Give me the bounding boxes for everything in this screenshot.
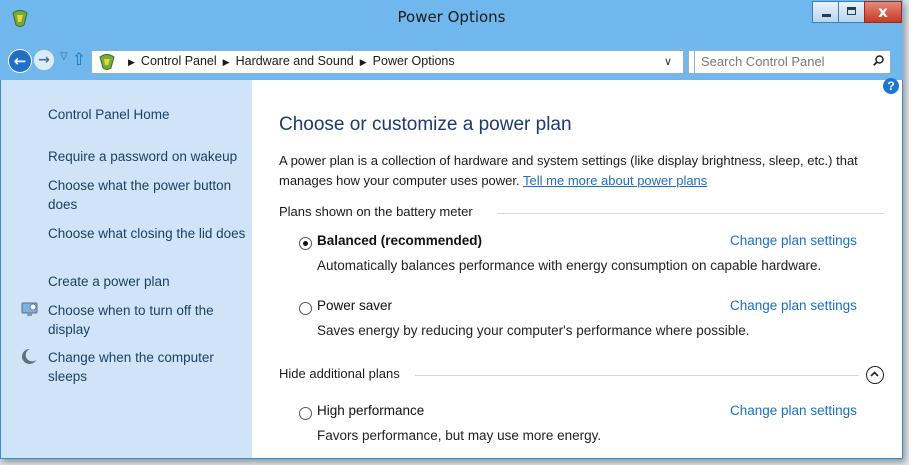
breadcrumb-power-options[interactable]: Power Options [373, 54, 455, 68]
change-plan-settings-power-saver[interactable]: Change plan settings [730, 298, 865, 313]
battery-meter-plans-group: Plans shown on the battery meter [279, 204, 884, 224]
sidebar-item-power-button[interactable]: Choose what the power button does [48, 176, 248, 214]
additional-plans-group: Hide additional plans [279, 366, 859, 386]
sidebar-item-require-password[interactable]: Require a password on wakeup [48, 147, 248, 166]
minimize-button[interactable] [812, 1, 839, 23]
group-divider [415, 375, 859, 376]
chevron-down-icon: ∨ [664, 55, 673, 68]
help-icon[interactable]: ? [883, 78, 899, 94]
breadcrumb-control-panel[interactable]: Control Panel [141, 54, 217, 68]
forward-arrow-icon: → [38, 52, 50, 68]
back-arrow-icon: ← [13, 52, 27, 70]
breadcrumb: ▶ Control Panel ▶ Hardware and Sound ▶ Power … [122, 54, 455, 68]
search-box[interactable] [694, 50, 891, 74]
plan-name-balanced[interactable]: Balanced (recommended) [317, 233, 482, 248]
plan-desc-balanced: Automatically balances performance with … [317, 258, 822, 273]
page-title: Choose or customize a power plan [279, 114, 572, 135]
breadcrumb-hardware-and-sound[interactable]: Hardware and Sound [236, 54, 354, 68]
breadcrumb-separator-icon[interactable]: ▶ [354, 57, 373, 67]
change-plan-settings-high-performance[interactable]: Change plan settings [730, 403, 865, 418]
sidebar-item-turn-off-display[interactable]: Choose when to turn off the display [48, 301, 248, 339]
forward-button[interactable]: → [33, 49, 55, 71]
control-panel-icon [99, 54, 115, 70]
address-dropdown-button[interactable]: ∨ [664, 55, 672, 68]
learn-more-link[interactable]: Tell me more about power plans [523, 173, 707, 188]
plan-desc-power-saver: Saves energy by reducing your computer's… [317, 323, 750, 338]
power-saver-radio[interactable] [299, 302, 312, 315]
breadcrumb-separator-icon: ▶ [128, 57, 135, 67]
breadcrumb-separator-icon[interactable]: ▶ [217, 57, 236, 67]
close-button[interactable]: x [864, 1, 902, 23]
balanced-radio[interactable] [299, 237, 312, 250]
hide-additional-plans-label[interactable]: Hide additional plans [279, 366, 400, 381]
window-title: Power Options [397, 8, 506, 26]
plan-name-power-saver[interactable]: Power saver [317, 298, 392, 313]
main-panel: ? Choose or customize a power plan A pow… [252, 78, 902, 458]
high-performance-radio[interactable] [299, 407, 312, 420]
moon-sleep-icon [22, 348, 38, 364]
sidebar-item-control-panel-home[interactable]: Control Panel Home [48, 105, 248, 124]
up-button[interactable]: ⇧ [71, 49, 87, 71]
page-description: A power plan is a collection of hardware… [279, 151, 894, 191]
group-divider [497, 213, 884, 214]
chevron-down-icon: ▽ [60, 51, 68, 62]
collapse-additional-plans-button[interactable] [866, 366, 884, 384]
content-area: Control Panel Home Require a password on… [1, 78, 902, 458]
sidebar-item-closing-lid[interactable]: Choose what closing the lid does [48, 224, 248, 243]
close-icon: x [878, 3, 888, 21]
search-icon[interactable] [873, 55, 884, 66]
group-label: Plans shown on the battery meter [279, 204, 473, 219]
sidebar-item-create-plan[interactable]: Create a power plan [48, 272, 248, 291]
title-bar: Power Options x [0, 0, 903, 36]
maximize-button[interactable] [838, 1, 865, 23]
change-plan-settings-balanced[interactable]: Change plan settings [730, 233, 865, 248]
recent-locations-dropdown[interactable]: ▽ [60, 51, 68, 62]
monitor-icon [21, 302, 38, 316]
up-arrow-icon: ⇧ [71, 50, 87, 70]
plan-desc-high-performance: Favors performance, but may use more ene… [317, 428, 602, 443]
navigation-bar: ← → ▽ ⇧ ▶ Control Panel ▶ Hardware and Soun… [0, 36, 903, 80]
task-sidebar: Control Panel Home Require a password on… [1, 80, 252, 458]
search-input[interactable] [701, 54, 861, 69]
back-button[interactable]: ← [8, 49, 32, 73]
chevron-up-icon [870, 371, 879, 377]
address-bar[interactable]: ▶ Control Panel ▶ Hardware and Sound ▶ Power … [91, 50, 684, 74]
power-options-window: Power Options x ← → ▽ ⇧ ▶ Control Panel ▶ H… [0, 0, 903, 459]
plan-name-high-performance[interactable]: High performance [317, 403, 424, 418]
sidebar-item-computer-sleeps[interactable]: Change when the computer sleeps [48, 348, 248, 386]
